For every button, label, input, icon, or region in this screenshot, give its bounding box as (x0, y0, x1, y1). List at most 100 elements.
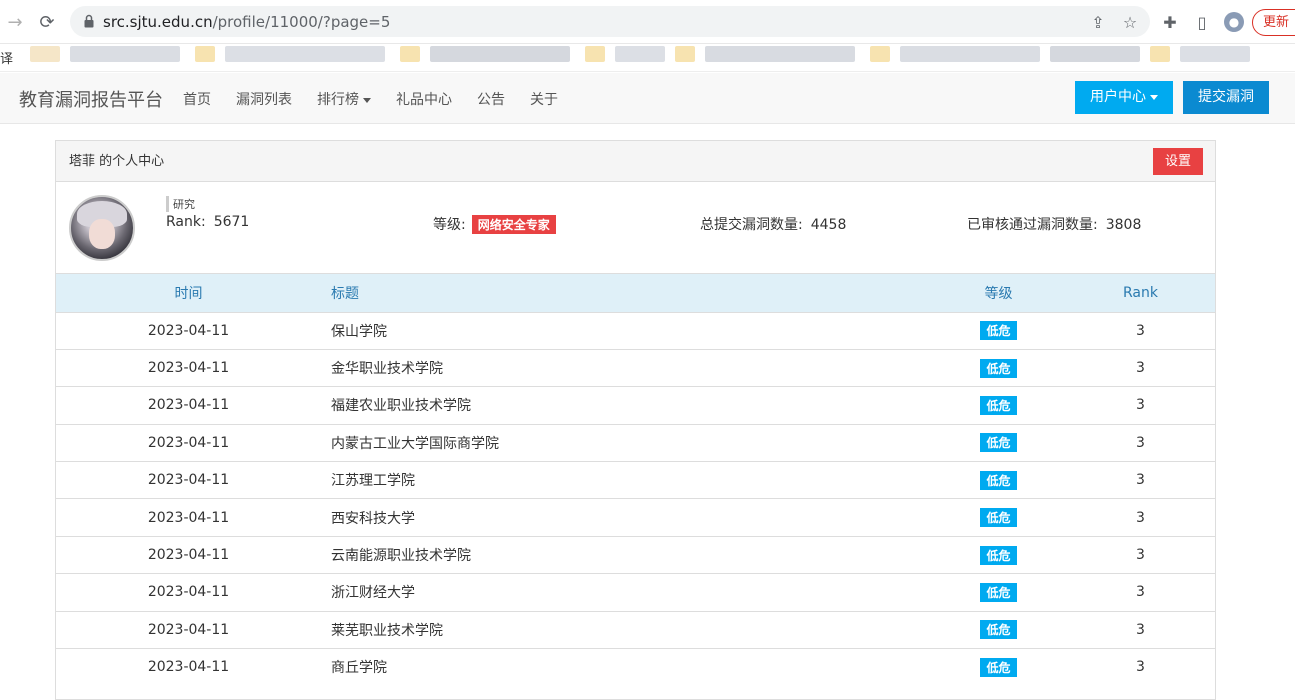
approved-stat: 已审核通过漏洞数量: 3808 (967, 214, 1141, 234)
severity-badge: 低危 (980, 470, 1017, 490)
level-badge: 网络安全专家 (471, 215, 556, 234)
level-label: 等级: (433, 217, 466, 233)
row-time: 2023-04-11 (147, 547, 230, 564)
nav-announcements[interactable]: 公告 (477, 89, 505, 109)
row-title[interactable]: 莱芜职业技术学院 (321, 611, 931, 648)
address-bar[interactable]: src.sjtu.edu.cn/profile/11000/?page=5 ⇪ … (70, 6, 1150, 37)
table-row: 2023-04-11 内蒙古工业大学国际商学院 低危 3 (56, 424, 1215, 461)
blurred-bookmark (675, 46, 695, 62)
lock-icon (84, 14, 94, 28)
row-rank: 3 (1136, 621, 1145, 638)
nav-home[interactable]: 首页 (183, 89, 211, 109)
extensions-icon[interactable]: ✚ (1160, 12, 1180, 32)
table-row: 2023-04-11 莱芜职业技术学院 低危 3 (56, 611, 1215, 648)
star-icon[interactable]: ☆ (1120, 12, 1140, 32)
table-header-row: 时间 标题 等级 Rank (56, 274, 1215, 312)
row-time: 2023-04-11 (147, 360, 230, 377)
row-level-cell: 低危 (931, 462, 1066, 499)
blurred-bookmark (70, 46, 180, 62)
row-title[interactable]: 保山学院 (321, 312, 931, 349)
blurred-bookmark (870, 46, 890, 62)
bookmark-item[interactable]: 译 (0, 48, 13, 67)
nav-vuln-list[interactable]: 漏洞列表 (236, 89, 292, 109)
back-arrow-icon[interactable]: → (4, 11, 26, 33)
header-title: 标题 (331, 285, 359, 302)
user-center-label: 用户中心 (1090, 89, 1146, 105)
level-stat: 等级: 网络安全专家 (433, 214, 556, 234)
settings-button[interactable]: 设置 (1153, 148, 1203, 175)
row-level-cell: 低危 (931, 424, 1066, 461)
blurred-bookmark (225, 46, 385, 62)
blurred-bookmark (195, 46, 215, 62)
row-time: 2023-04-11 (147, 472, 230, 489)
browser-toolbar: → ⟳ src.sjtu.edu.cn/profile/11000/?page=… (0, 0, 1295, 44)
header-level: 等级 (984, 285, 1013, 302)
row-level-cell: 低危 (931, 312, 1066, 349)
rank-value: 5671 (213, 214, 250, 230)
submit-vuln-button[interactable]: 提交漏洞 (1183, 81, 1269, 114)
row-title[interactable]: 江苏理工学院 (321, 462, 931, 499)
row-rank: 3 (1136, 659, 1145, 676)
blurred-bookmark (585, 46, 605, 62)
approved-label: 已审核通过漏洞数量: (967, 217, 1098, 233)
row-time: 2023-04-11 (147, 584, 230, 601)
nav-ranking-label: 排行榜 (317, 92, 359, 108)
severity-badge: 低危 (980, 395, 1017, 415)
severity-badge: 低危 (980, 433, 1017, 453)
row-time: 2023-04-11 (147, 509, 230, 526)
blurred-bookmark (1050, 46, 1140, 62)
row-title[interactable]: 西安科技大学 (321, 499, 931, 536)
update-button[interactable]: 更新 (1252, 9, 1295, 36)
header-time: 时间 (174, 285, 203, 302)
reload-icon[interactable]: ⟳ (36, 11, 58, 33)
row-level-cell: 低危 (931, 387, 1066, 424)
row-title[interactable]: 云南能源职业技术学院 (321, 536, 931, 573)
row-rank: 3 (1136, 472, 1145, 489)
row-rank: 3 (1136, 322, 1145, 339)
blurred-bookmark (1180, 46, 1250, 62)
avatar (69, 195, 135, 261)
row-title[interactable]: 内蒙古工业大学国际商学院 (321, 424, 931, 461)
row-title[interactable]: 福建农业职业技术学院 (321, 387, 931, 424)
row-time: 2023-04-11 (147, 434, 230, 451)
blurred-bookmark (615, 46, 665, 62)
avatar-face (89, 219, 115, 249)
nav-ranking[interactable]: 排行榜 (317, 89, 371, 109)
row-level-cell: 低危 (931, 611, 1066, 648)
rank-stat: Rank: 5671 (166, 214, 249, 230)
row-rank: 3 (1136, 547, 1145, 564)
panel-header: 塔菲 的个人中心 设置 (56, 141, 1215, 182)
blurred-bookmark (430, 46, 570, 62)
table-row: 2023-04-11 云南能源职业技术学院 低危 3 (56, 536, 1215, 573)
caret-down-icon (1150, 94, 1158, 100)
user-center-button[interactable]: 用户中心 (1075, 81, 1173, 114)
row-title[interactable]: 商丘学院 (321, 649, 931, 686)
profile-avatar-icon[interactable]: ● (1224, 12, 1244, 32)
row-rank: 3 (1136, 397, 1145, 414)
approved-value: 3808 (1105, 217, 1142, 233)
site-brand[interactable]: 教育漏洞报告平台 (19, 86, 163, 112)
nav-gift-center[interactable]: 礼品中心 (396, 89, 452, 109)
header-rank: Rank (1123, 284, 1158, 301)
severity-badge: 低危 (980, 321, 1017, 341)
row-level-cell: 低危 (931, 499, 1066, 536)
table-row: 2023-04-11 金华职业技术学院 低危 3 (56, 349, 1215, 386)
row-title[interactable]: 金华职业技术学院 (321, 349, 931, 386)
side-panel-icon[interactable]: ▯ (1192, 12, 1212, 32)
row-level-cell: 低危 (931, 574, 1066, 611)
severity-badge: 低危 (980, 582, 1017, 602)
share-icon[interactable]: ⇪ (1088, 12, 1108, 32)
blurred-bookmark (400, 46, 420, 62)
site-navbar: 教育漏洞报告平台 首页 漏洞列表 排行榜 礼品中心 公告 关于 用户中心 提交漏… (0, 73, 1295, 124)
blurred-bookmark (30, 46, 60, 62)
url-text: src.sjtu.edu.cn/profile/11000/?page=5 (103, 13, 391, 31)
table-row: 2023-04-11 西安科技大学 低危 3 (56, 498, 1215, 536)
nav-about[interactable]: 关于 (530, 89, 558, 109)
row-time: 2023-04-11 (147, 322, 230, 339)
severity-badge: 低危 (980, 620, 1017, 640)
vuln-table: 时间 标题 等级 Rank 2023-04-11 保山学院 低危 3 2023-… (56, 274, 1215, 686)
caret-down-icon (363, 97, 371, 103)
row-level-cell: 低危 (931, 536, 1066, 573)
blurred-bookmark (1150, 46, 1170, 62)
row-title[interactable]: 浙江财经大学 (321, 574, 931, 611)
